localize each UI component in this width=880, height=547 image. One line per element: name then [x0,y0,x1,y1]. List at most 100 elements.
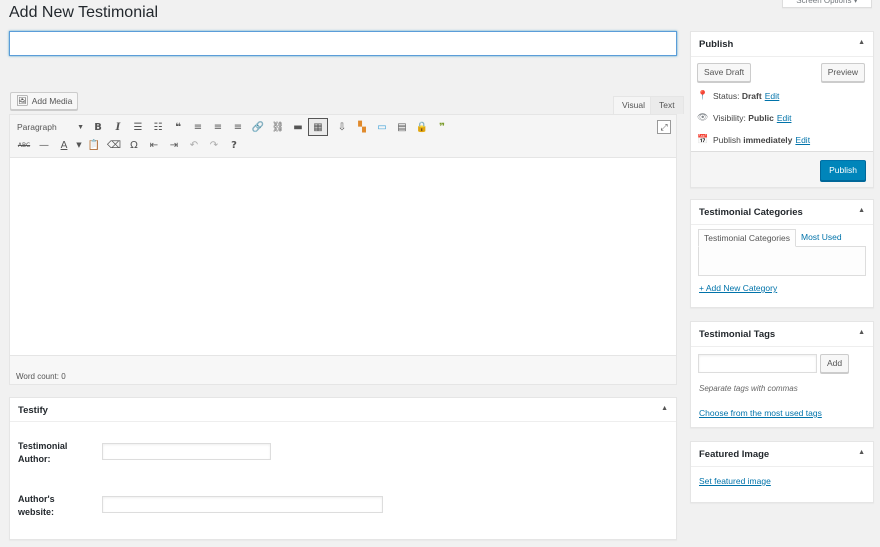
plugin-quote-icon[interactable]: ❞ [432,118,452,136]
tags-header[interactable]: Testimonial Tags ▲ [691,322,873,347]
toolbar-row-1: Paragraph ▼ B I ☰ ☷ ❝ ≡ ≡ ≡ 🔗 ⛓ ▬ ▦ ⇩ ▚ … [14,118,452,136]
collapse-icon[interactable]: ▲ [661,405,668,412]
toolbar-toggle-icon[interactable]: ▦ [308,118,328,136]
calendar-icon: 📅 [697,134,709,144]
tab-most-used[interactable]: Most Used [796,229,847,247]
schedule-label: Publish immediately [713,134,793,145]
categories-title: Testimonial Categories [699,207,803,218]
featured-image-header[interactable]: Featured Image ▲ [691,442,873,467]
strikethrough-icon[interactable]: ABC [14,136,34,154]
add-media-button[interactable]: 🖼 Add Media [10,92,79,110]
plugin-download-icon[interactable]: ⇩ [332,118,352,136]
featured-image-box: Featured Image ▲ Set featured image [690,441,874,503]
undo-icon[interactable]: ↶ [184,136,204,154]
author-website-input[interactable] [102,496,383,513]
numbered-list-icon[interactable]: ☷ [148,118,168,136]
redo-icon[interactable]: ↷ [204,136,224,154]
link-icon[interactable]: 🔗 [248,118,268,136]
italic-icon[interactable]: I [108,118,128,136]
align-left-icon[interactable]: ≡ [188,118,208,136]
editor-content-area[interactable] [10,158,676,356]
schedule-row: 📅 Publish immediately Edit [697,134,810,145]
special-character-icon[interactable]: Ω [124,136,144,154]
status-edit-link[interactable]: Edit [765,91,780,101]
text-color-icon[interactable]: A [54,136,74,154]
collapse-icon[interactable]: ▲ [858,207,865,214]
add-new-category-link[interactable]: + Add New Category [699,283,777,293]
media-icon: 🖼 [16,95,29,107]
category-tabs: Testimonial Categories Most Used [698,229,847,247]
set-featured-image-link[interactable]: Set featured image [699,476,771,486]
publish-title: Publish [699,39,734,50]
align-right-icon[interactable]: ≡ [228,118,248,136]
status-row: 📍 Status: Draft Edit [697,90,779,101]
testimonial-author-label: Testimonial Author: [18,440,67,466]
testify-box: Testify ▲ Testimonial Author: Author's w… [9,397,677,540]
plugin-list-icon[interactable]: ▤ [392,118,412,136]
tab-all-categories[interactable]: Testimonial Categories [698,229,796,247]
text-color-caret-icon[interactable]: ▼ [74,136,84,154]
read-more-icon[interactable]: ▬ [288,118,308,136]
bullet-list-icon[interactable]: ☰ [128,118,148,136]
plugin-lock-icon[interactable]: 🔒 [412,118,432,136]
tab-text[interactable]: Text [650,96,684,114]
tags-hint: Separate tags with commas [699,384,798,393]
choose-most-used-tags-link[interactable]: Choose from the most used tags [699,408,822,418]
publish-button[interactable]: Publish [820,160,866,181]
author-label-line-1: Testimonial [18,441,68,451]
tag-input[interactable] [698,354,817,373]
category-list[interactable] [698,246,866,276]
tab-visual[interactable]: Visual [613,96,654,114]
clear-formatting-icon[interactable]: ⌫ [104,136,124,154]
add-media-label: Add Media [31,95,73,106]
collapse-icon[interactable]: ▲ [858,329,865,336]
horizontal-line-icon[interactable]: — [34,136,54,154]
toolbar-row-2: ABC — A ▼ 📋 ⌫ Ω ⇤ ⇥ ↶ ↷ ? [14,136,244,154]
help-icon[interactable]: ? [224,136,244,154]
plugin-grid-icon[interactable]: ▚ [352,118,372,136]
visibility-row: 👁 Visibility: Public Edit [697,112,791,123]
bold-icon[interactable]: B [88,118,108,136]
testify-title: Testify [18,405,48,416]
website-label-line-1: Author's [18,494,55,504]
screen-options-button[interactable]: Screen Options ▾ [782,0,872,8]
website-label-line-2: website: [18,507,55,517]
save-draft-button[interactable]: Save Draft [697,63,752,82]
format-select[interactable]: Paragraph ▼ [14,119,88,135]
fullscreen-icon[interactable]: ⤢ [657,120,671,134]
caret-down-icon: ▼ [77,123,84,131]
plugin-button-icon[interactable]: ▭ [372,118,392,136]
collapse-icon[interactable]: ▲ [858,449,865,456]
preview-button[interactable]: Preview [820,63,865,82]
add-tag-button[interactable]: Add [820,354,850,373]
eye-icon: 👁 [697,112,709,122]
blockquote-icon[interactable]: ❝ [168,118,188,136]
word-count: Word count: 0 [10,355,676,384]
featured-image-title: Featured Image [699,449,770,460]
format-select-value: Paragraph [17,122,57,132]
author-website-label: Author's website: [18,493,55,519]
collapse-icon[interactable]: ▲ [858,39,865,46]
page-title: Add New Testimonial [9,4,159,21]
indent-icon[interactable]: ⇥ [164,136,184,154]
status-label: Status: Draft [713,90,762,101]
pin-icon: 📍 [697,90,709,100]
testimonial-author-input[interactable] [102,443,271,460]
publish-header[interactable]: Publish ▲ [691,32,873,57]
categories-box: Testimonial Categories ▲ Testimonial Cat… [690,199,874,308]
editor-toolbar: Paragraph ▼ B I ☰ ☷ ❝ ≡ ≡ ≡ 🔗 ⛓ ▬ ▦ ⇩ ▚ … [10,115,676,158]
paste-text-icon[interactable]: 📋 [84,136,104,154]
visibility-label: Visibility: Public [713,112,774,123]
title-input[interactable] [9,31,677,56]
author-label-line-2: Author: [18,454,51,464]
outdent-icon[interactable]: ⇤ [144,136,164,154]
testify-header[interactable]: Testify ▲ [10,398,676,422]
schedule-edit-link[interactable]: Edit [795,135,810,145]
align-center-icon[interactable]: ≡ [208,118,228,136]
categories-header[interactable]: Testimonial Categories ▲ [691,200,873,225]
editor: Paragraph ▼ B I ☰ ☷ ❝ ≡ ≡ ≡ 🔗 ⛓ ▬ ▦ ⇩ ▚ … [9,114,677,385]
unlink-icon[interactable]: ⛓ [268,118,288,136]
publish-box: Publish ▲ Save Draft Preview 📍 Status: D… [690,31,874,188]
visibility-edit-link[interactable]: Edit [777,113,792,123]
publish-actions: Publish [691,151,873,187]
